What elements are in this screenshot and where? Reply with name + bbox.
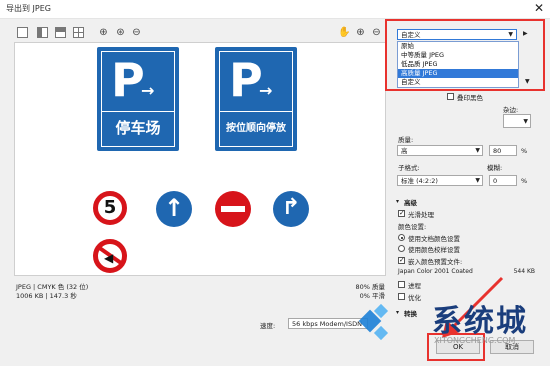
watermark-brand: 系统城 — [432, 304, 528, 339]
percent-label: % — [521, 177, 528, 185]
chevron-down-icon: ▼ — [523, 118, 528, 125]
parking-sign-2: P → 按位顺向停放 — [215, 47, 297, 151]
zoom-out-icon[interactable]: ⊖ — [131, 27, 142, 38]
antialias-label: 光滑处理 — [408, 211, 434, 219]
title-bar — [0, 0, 550, 19]
pan-hand-icon[interactable]: ✋ — [338, 27, 350, 38]
proof-color-label: 使用颜色校样设置 — [408, 246, 460, 254]
straight-ahead-sign: ↑ — [156, 191, 192, 227]
subformat-select[interactable]: 标准 (4:2:2) ▼ — [397, 175, 483, 186]
turn-right-sign: ↱ — [273, 191, 309, 227]
blur-label: 模糊: — [487, 164, 503, 172]
speed-label: 速度: — [260, 322, 276, 330]
speed-select[interactable]: 56 kbps Modem/ISDN — [288, 318, 368, 329]
smooth-info: 0% 平滑 — [359, 292, 385, 300]
advanced-header: 高级 — [404, 199, 417, 207]
collapse-icon[interactable]: ▾ — [396, 198, 399, 205]
antialias-checkbox[interactable]: ✓ — [398, 210, 405, 217]
speed-limit-sign: 5 — [93, 191, 127, 225]
split-horizontal-icon[interactable] — [55, 27, 66, 38]
preview-canvas[interactable]: P → 停车场 P → 按位顺向停放 5 ↑ ↱ ◀ — [14, 42, 386, 276]
preset-option-selected[interactable]: 高质量 JPEG — [398, 69, 518, 78]
progressive-checkbox[interactable] — [398, 281, 405, 288]
preset-dropdown-list: 原始 中等质量 JPEG 低品质 JPEG 高质量 JPEG 自定义 — [397, 41, 519, 88]
optimize-label: 优化 — [408, 294, 421, 302]
overprint-checkbox[interactable] — [447, 93, 454, 100]
chevron-down-icon[interactable]: ▼ — [525, 78, 530, 85]
matte-label: 杂边: — [503, 106, 519, 114]
size-info: 1006 KB | 147.3 秒 — [16, 292, 77, 300]
split-vertical-icon[interactable] — [37, 27, 48, 38]
parking-sign-1: P → 停车场 — [97, 47, 179, 151]
zoom-in-right-icon[interactable]: ⊕ — [355, 27, 366, 38]
sign-text-2: 按位顺向停放 — [219, 111, 293, 147]
transform-header: 转换 — [404, 310, 417, 318]
preset-option[interactable]: 原始 — [398, 42, 518, 51]
parking-letter: P — [229, 53, 263, 107]
no-horn-sign: ◀ — [93, 239, 127, 273]
quality-select[interactable]: 高 ▼ — [397, 145, 483, 156]
doc-color-label: 使用文档颜色设置 — [408, 235, 460, 243]
zoom-fit-icon[interactable]: ⊛ — [115, 27, 126, 38]
watermark-url: XITONGCHENG.COM — [434, 336, 516, 345]
subformat-value: 标准 (4:2:2) — [401, 177, 438, 185]
embed-profile-checkbox[interactable]: ✓ — [398, 257, 405, 264]
chevron-down-icon: ▼ — [475, 147, 480, 154]
quad-view-icon[interactable] — [73, 27, 84, 38]
chevron-down-icon: ▼ — [475, 177, 480, 184]
preset-option[interactable]: 中等质量 JPEG — [398, 51, 518, 60]
quality-value: 高 — [401, 147, 408, 155]
matte-color-picker[interactable]: ▼ — [503, 114, 531, 128]
percent-label: % — [521, 147, 528, 155]
window-title: 导出到 JPEG — [6, 4, 51, 13]
overprint-label: 叠印黑色 — [457, 94, 483, 102]
preset-option[interactable]: 自定义 — [398, 78, 518, 87]
doc-color-radio[interactable] — [398, 234, 405, 241]
arrow-right-icon: → — [259, 81, 273, 100]
preset-value: 自定义 — [401, 31, 421, 39]
profile-size: 544 KB — [513, 268, 535, 275]
single-view-icon[interactable] — [17, 27, 28, 38]
preset-menu-arrow-icon[interactable]: ▶ — [523, 30, 528, 37]
subformat-label: 子格式: — [398, 164, 420, 172]
preset-select[interactable]: 自定义 ▼ — [397, 29, 517, 40]
watermark-logo-icon — [358, 303, 398, 341]
arrow-right-icon: → — [141, 81, 155, 100]
close-icon[interactable]: ✕ — [534, 1, 544, 15]
zoom-in-icon[interactable]: ⊕ — [98, 27, 109, 38]
quality-label: 质量: — [398, 136, 414, 144]
embed-profile-label: 嵌入颜色预置文件: — [408, 258, 463, 266]
optimize-checkbox[interactable] — [398, 293, 405, 300]
preset-option[interactable]: 低品质 JPEG — [398, 60, 518, 69]
quality-spinner[interactable]: 80 — [489, 145, 517, 156]
chevron-down-icon: ▼ — [508, 31, 513, 38]
zoom-out-right-icon[interactable]: ⊖ — [371, 27, 382, 38]
color-settings-label: 颜色设置: — [398, 223, 427, 231]
proof-color-radio[interactable] — [398, 245, 405, 252]
parking-letter: P — [111, 53, 145, 107]
blur-spinner[interactable]: 0 — [489, 175, 517, 186]
no-entry-sign — [215, 191, 251, 227]
progressive-label: 进程 — [408, 282, 421, 290]
sign-text-1: 停车场 — [101, 111, 175, 147]
